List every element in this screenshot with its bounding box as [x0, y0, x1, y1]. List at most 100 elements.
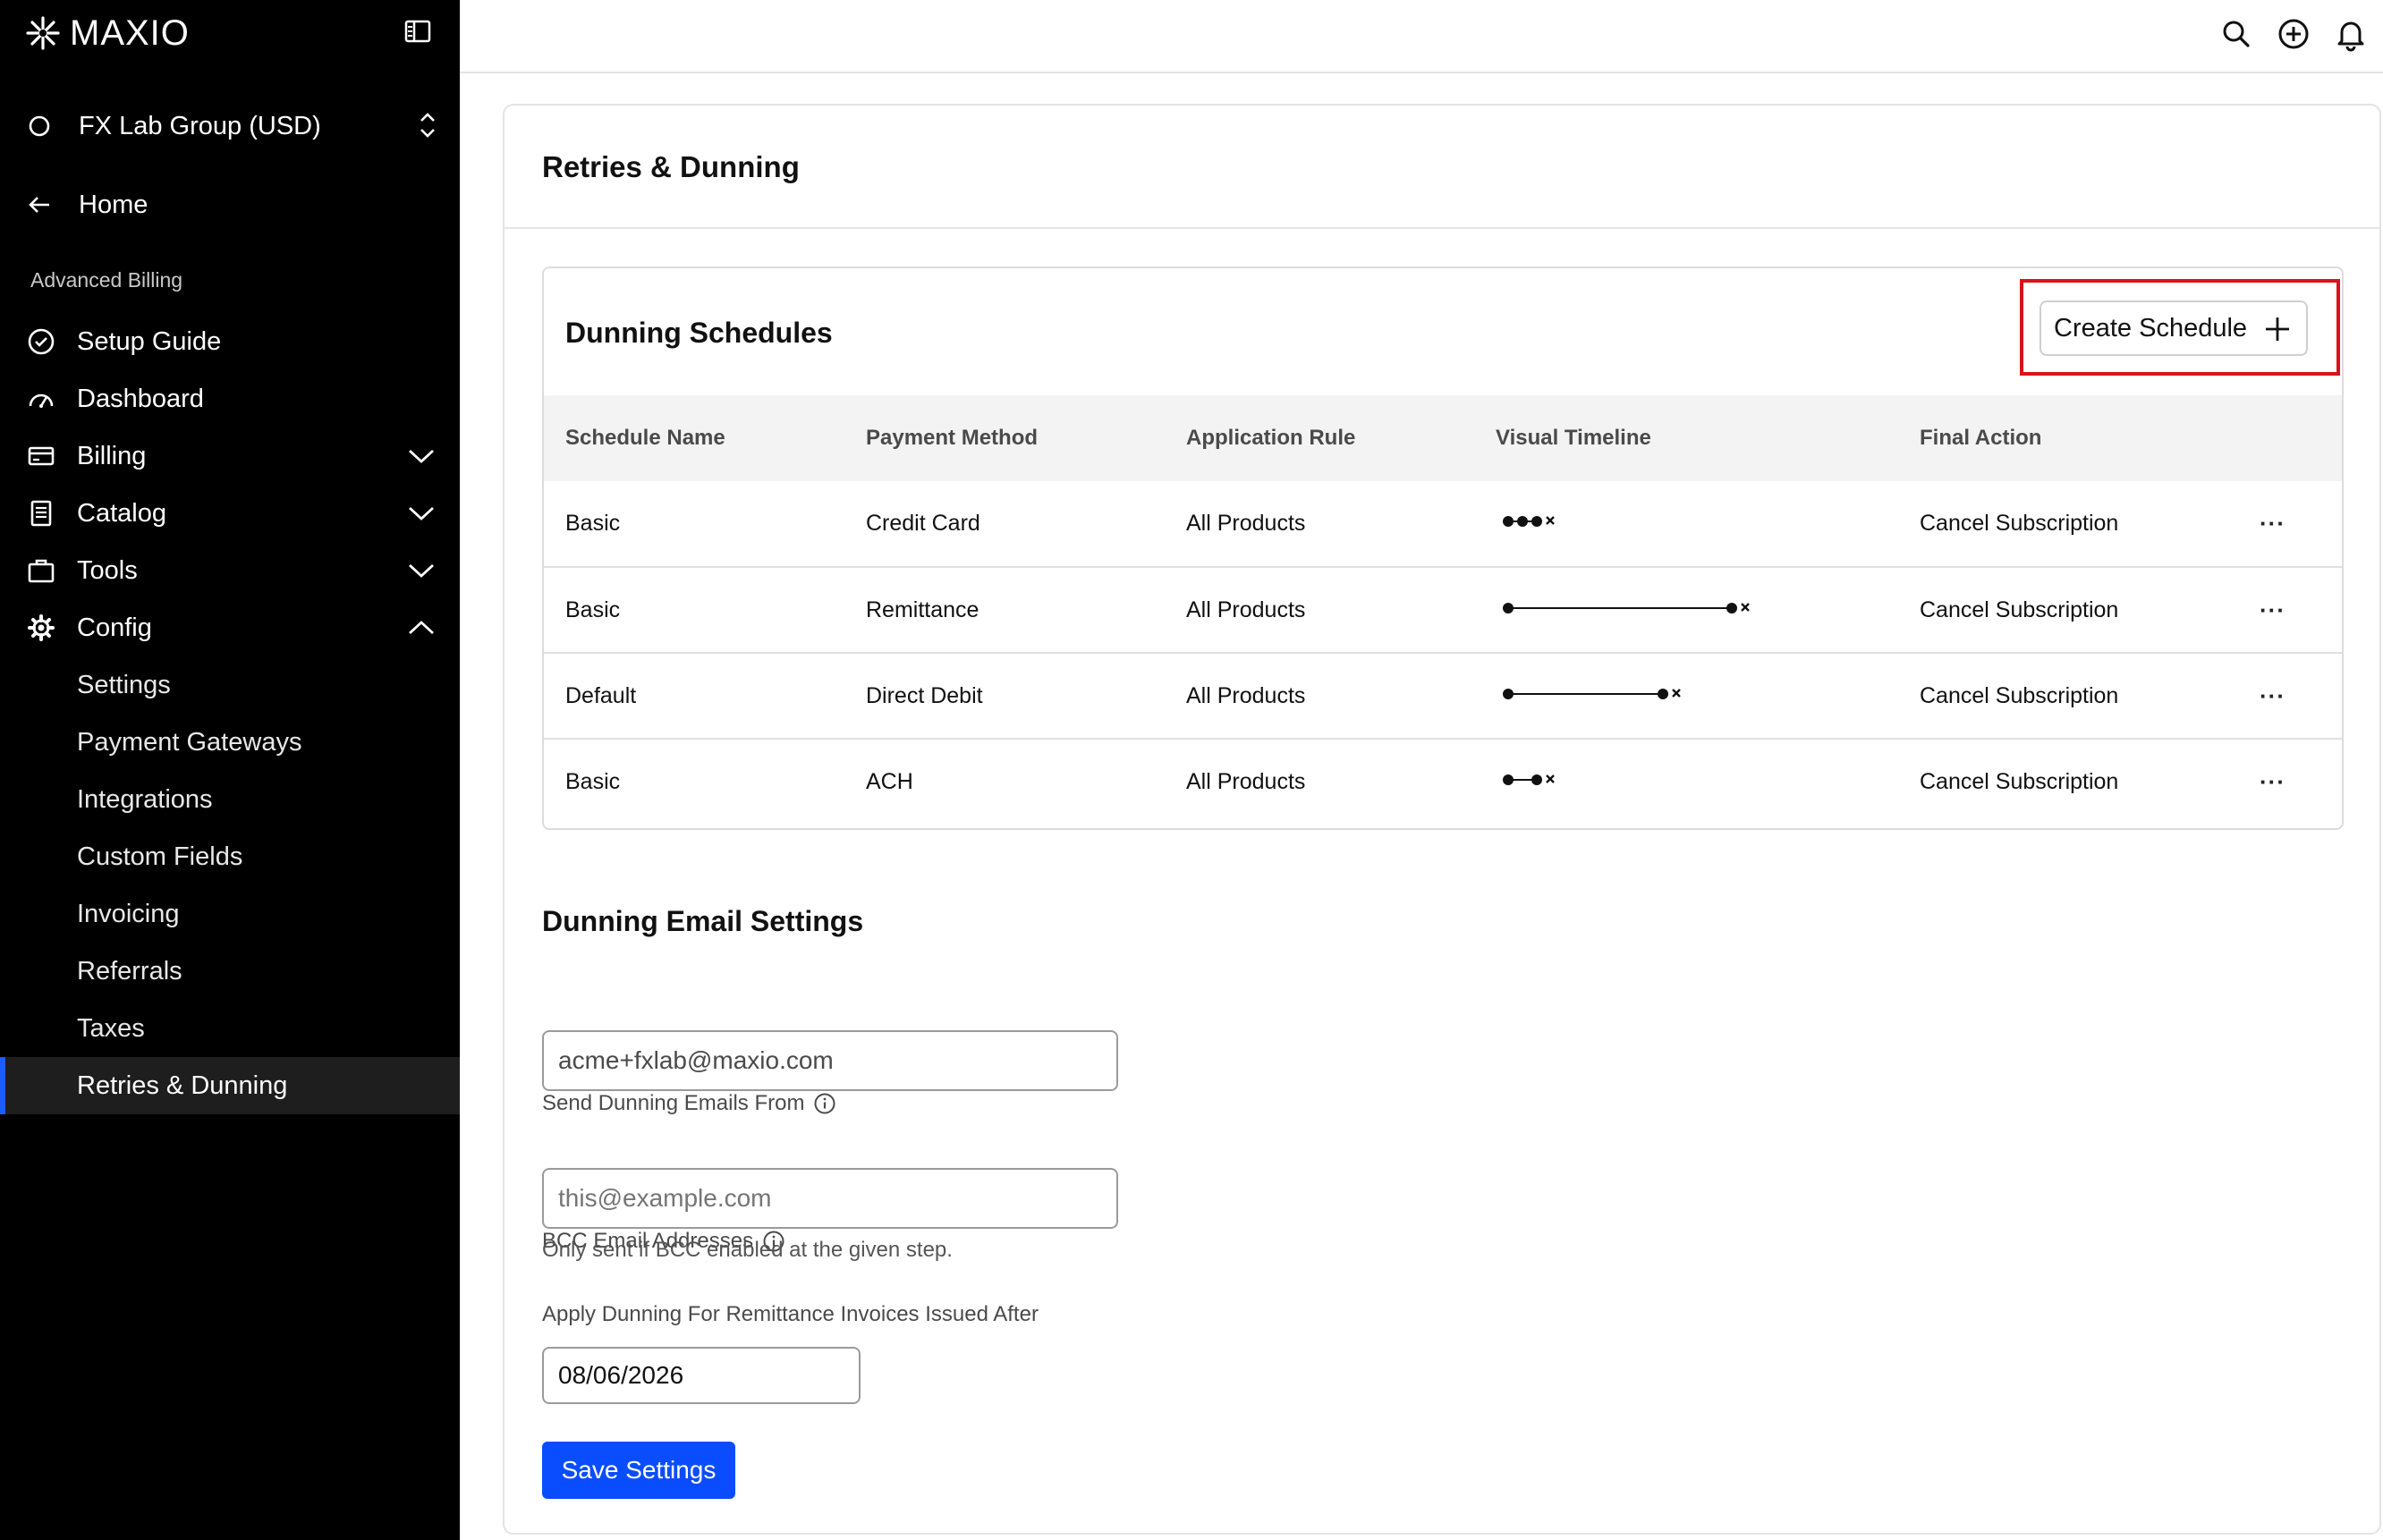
application-rule-cell: All Products [1165, 738, 1474, 825]
final-action-cell: Cancel Subscription [1898, 738, 2238, 825]
schedule-name-cell: Default [544, 652, 844, 739]
remittance-date-label: Apply Dunning For Remittance Invoices Is… [542, 1302, 1039, 1326]
send-from-input[interactable] [542, 1030, 1118, 1091]
document-icon [30, 500, 52, 527]
nav-dashboard[interactable]: Dashboard [0, 370, 460, 427]
nav-tools[interactable]: Tools [0, 542, 460, 599]
final-action-cell: Cancel Subscription [1920, 511, 2119, 536]
nav-catalog[interactable]: Catalog [0, 485, 460, 542]
chevron-down-icon [409, 563, 434, 578]
chevron-up-icon [409, 621, 434, 635]
table-row[interactable]: Default Direct Debit All Products Cancel… [544, 652, 2342, 739]
brand-name: MAXIO [70, 13, 190, 53]
sub-nav-integrations[interactable]: Integrations [0, 771, 460, 828]
bcc-email-input[interactable] [542, 1168, 1118, 1229]
card-icon [28, 446, 55, 466]
chevron-down-icon [409, 449, 434, 463]
timeline-graphic [1503, 602, 1750, 613]
timeline-graphic [1503, 688, 1681, 699]
sub-nav-label: Retries & Dunning [77, 1070, 288, 1100]
bcc-helper-text: Only sent if BCC enabled at the given st… [542, 1238, 953, 1262]
timeline-graphic [1503, 774, 1555, 785]
schedule-name-cell: Basic [544, 566, 844, 653]
payment-method-cell: Credit Card [866, 511, 980, 536]
row-actions-cell: ··· [2238, 652, 2342, 739]
logo[interactable]: MAXIO [25, 13, 190, 54]
more-options-icon[interactable]: ··· [2260, 597, 2285, 623]
sub-nav-taxes[interactable]: Taxes [0, 1000, 460, 1057]
gear-icon [28, 614, 55, 641]
remittance-date-input[interactable] [542, 1347, 861, 1404]
column-header-application-rule[interactable]: Application Rule [1165, 395, 1474, 481]
sub-nav-settings[interactable]: Settings [0, 656, 460, 714]
info-icon[interactable] [813, 1092, 836, 1115]
sub-nav-invoicing[interactable]: Invoicing [0, 885, 460, 943]
briefcase-icon [28, 559, 55, 583]
final-action-cell: Cancel Subscription [1898, 566, 2238, 653]
plus-icon [2266, 317, 2289, 341]
column-header-schedule-name[interactable]: Schedule Name [544, 395, 844, 481]
sidebar: MAXIO FX Lab Group (USD) Home Advanced B… [0, 0, 460, 1540]
table-row[interactable]: Basic Remittance All Products Cancel Sub… [544, 566, 2342, 653]
more-options-icon[interactable]: ··· [2260, 510, 2285, 537]
save-settings-button[interactable]: Save Settings [542, 1442, 735, 1499]
arrow-left-icon [29, 197, 49, 213]
home-link[interactable]: Home [27, 184, 148, 225]
final-action-cell: Cancel Subscription [1898, 652, 2238, 739]
visual-timeline-cell [1474, 566, 1898, 653]
create-schedule-label: Create Schedule [2054, 313, 2248, 343]
nav-label: Billing [77, 441, 147, 470]
section-label: Advanced Billing [30, 268, 183, 292]
column-header-payment-method[interactable]: Payment Method [844, 395, 1165, 481]
sidebar-collapse-icon[interactable] [404, 20, 431, 43]
more-options-icon[interactable]: ··· [2260, 768, 2285, 795]
column-header-final-action[interactable]: Final Action [1898, 395, 2238, 481]
nav-label: Tools [77, 555, 138, 585]
sub-nav-label: Custom Fields [77, 842, 243, 871]
sub-nav-label: Referrals [77, 956, 182, 986]
main-card: Retries & Dunning Dunning Schedules Crea… [503, 104, 2381, 1535]
visual-timeline-cell [1474, 738, 1898, 825]
create-schedule-button[interactable]: Create Schedule [2040, 300, 2308, 356]
sub-nav-payment-gateways[interactable]: Payment Gateways [0, 714, 460, 771]
nav-setup-guide[interactable]: Setup Guide [0, 313, 460, 370]
table-header-row: Schedule Name Payment Method Application… [544, 395, 2342, 481]
payment-method-cell: Direct Debit [844, 652, 1165, 739]
nav-label: Config [77, 613, 152, 642]
nav-billing[interactable]: Billing [0, 427, 460, 485]
dunning-schedules-title: Dunning Schedules [565, 317, 833, 349]
nav-label: Catalog [77, 498, 166, 528]
application-rule-cell: All Products [1165, 566, 1474, 653]
table-row[interactable]: Basic Credit Card All Products Cancel Su… [544, 481, 2342, 567]
search-icon[interactable] [2218, 16, 2254, 52]
schedule-name-cell: Basic [565, 511, 621, 536]
sub-nav-retries-dunning[interactable]: Retries & Dunning [0, 1057, 460, 1114]
row-actions-cell: ··· [2238, 566, 2342, 653]
dunning-schedules-panel: Dunning Schedules Create Schedule Schedu… [542, 267, 2344, 830]
sub-nav-label: Invoicing [77, 899, 180, 928]
gauge-icon [29, 393, 54, 408]
chevron-down-icon [409, 506, 434, 520]
sub-nav-label: Settings [77, 670, 171, 699]
send-from-label-text: Send Dunning Emails From [542, 1091, 805, 1115]
email-settings-title: Dunning Email Settings [542, 905, 864, 937]
sub-nav-custom-fields[interactable]: Custom Fields [0, 828, 460, 885]
column-header-actions [2238, 395, 2342, 481]
bell-icon[interactable] [2333, 16, 2369, 52]
sub-nav-referrals[interactable]: Referrals [0, 943, 460, 1000]
add-circle-icon[interactable] [2276, 16, 2311, 52]
table-row[interactable]: Basic ACH All Products Cancel Subscripti… [544, 738, 2342, 825]
schedules-table: Schedule Name Payment Method Application… [544, 395, 2342, 825]
card-header: Retries & Dunning [505, 106, 2379, 229]
workspace-switcher[interactable]: FX Lab Group (USD) [27, 106, 438, 147]
more-options-icon[interactable]: ··· [2260, 682, 2285, 709]
check-circle-icon [28, 328, 55, 355]
column-header-visual-timeline[interactable]: Visual Timeline [1474, 395, 1898, 481]
workspace-name: FX Lab Group (USD) [79, 111, 321, 140]
chevron-up-down-icon [420, 113, 435, 138]
workspace-circle-icon [29, 115, 50, 137]
nav-config[interactable]: Config [0, 599, 460, 656]
schedule-name-cell: Basic [544, 738, 844, 825]
visual-timeline-cell [1474, 481, 1898, 567]
send-from-label: Send Dunning Emails From [542, 1091, 836, 1116]
